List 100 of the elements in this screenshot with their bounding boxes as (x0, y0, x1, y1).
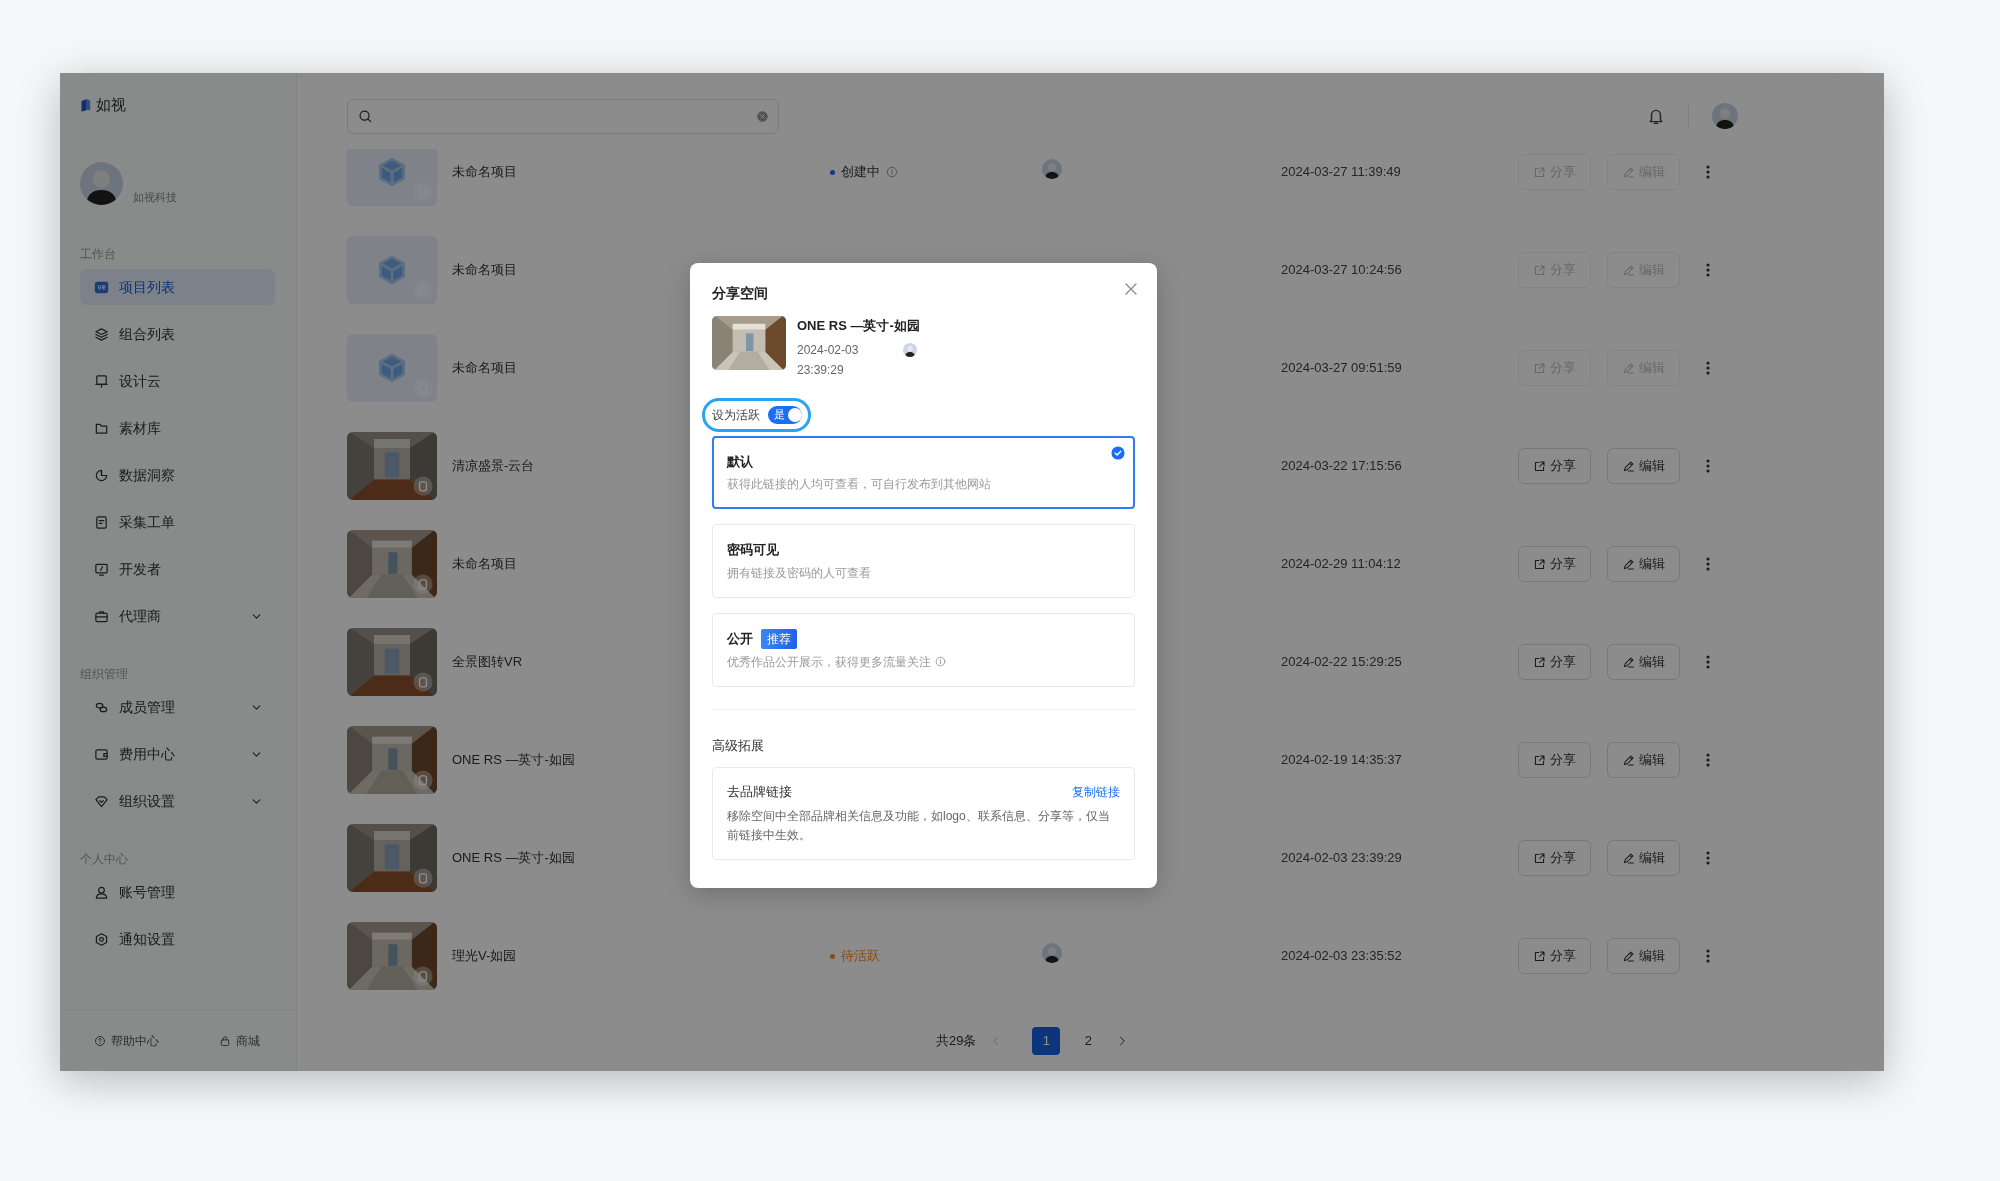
sidebar-item[interactable]: 素材库 (80, 410, 275, 446)
sidebar-item[interactable]: 成员管理 (80, 689, 275, 725)
owner-avatar (903, 342, 917, 357)
more-icon (1706, 752, 1710, 768)
toggle-switch[interactable]: 是 (768, 405, 802, 424)
footer-link[interactable]: 商城 (213, 1030, 266, 1051)
more-icon (1706, 360, 1710, 376)
share-button[interactable]: 分享 (1518, 840, 1591, 876)
project-name: 未命名项目 (452, 360, 517, 376)
more-icon (1706, 948, 1710, 964)
bell-icon[interactable] (1647, 107, 1665, 125)
share-button[interactable]: 分享 (1518, 742, 1591, 778)
easel-icon (94, 373, 109, 389)
profile-avatar[interactable] (1712, 103, 1738, 129)
sidebar-item[interactable]: 数据洞察 (80, 457, 275, 493)
more-icon (1706, 654, 1710, 670)
project-date: 2024-03-27 11:39:49 (1281, 163, 1402, 182)
project-date: 2024-02-03 23:35:52 (1281, 947, 1403, 966)
badge-icon (94, 279, 109, 295)
edit-button[interactable]: 编辑 (1607, 938, 1680, 974)
project-date: 2024-02-19 14:35:37 (1281, 751, 1403, 770)
share-option[interactable]: 公开 推荐 优秀作品公开展示，获得更多流量关注 (712, 612, 1135, 687)
share-button[interactable]: 分享 (1518, 938, 1591, 974)
sidebar-item[interactable]: 账号管理 (80, 874, 275, 910)
option-description: 拥有链接及密码的人可查看 (727, 564, 871, 582)
project-date: 2024-02-22 15:29:25 (1281, 653, 1403, 672)
pencil-icon (1622, 949, 1635, 963)
share-button[interactable]: 分享 (1518, 644, 1591, 680)
share-icon (1533, 753, 1546, 767)
share-button[interactable]: 分享 (1518, 546, 1591, 582)
dialog-title: 分享空间 (712, 285, 768, 301)
search-field[interactable] (347, 98, 779, 134)
project-name: 理光V-如园 (452, 948, 517, 964)
option-title: 密码可见 (727, 541, 779, 559)
more-icon (1706, 262, 1710, 278)
edit-button[interactable]: 编辑 (1607, 546, 1680, 582)
project-date: 2024-02-03 23:39:29 (1281, 849, 1403, 868)
info-icon (886, 166, 898, 178)
copy-link[interactable]: 复制链接 (1072, 782, 1120, 801)
option-description: 优秀作品公开展示，获得更多流量关注 (727, 653, 931, 671)
user-icon (94, 884, 109, 900)
pencil-icon (1622, 655, 1635, 669)
sidebar-item[interactable]: 费用中心 (80, 736, 275, 772)
more-icon (1706, 850, 1710, 866)
share-icon (1533, 459, 1546, 473)
edit-button[interactable]: 编辑 (1607, 644, 1680, 680)
share-icon (1533, 655, 1546, 669)
project-name: ONE RS —英寸-如园 (452, 752, 575, 768)
footer-link[interactable]: 帮助中心 (88, 1030, 165, 1051)
sidebar-item[interactable]: 开发者 (80, 551, 275, 587)
project-date: 2024-02-29 11:04:12 (1281, 555, 1402, 574)
edit-button[interactable]: 编辑 (1607, 840, 1680, 876)
option-title: 默认 (727, 452, 753, 471)
share-icon (1533, 851, 1546, 865)
shield-icon (94, 793, 109, 809)
monitor-icon (94, 561, 109, 577)
pencil-icon (1622, 459, 1635, 473)
page-button[interactable]: 1 (1032, 1027, 1061, 1055)
more-icon (1706, 556, 1710, 572)
user-name: 如视科技 (133, 189, 177, 205)
project-name: 未命名项目 (452, 164, 517, 180)
sidebar-item[interactable]: 项目列表 (80, 269, 275, 305)
pencil-icon (1622, 753, 1635, 767)
option-title: 公开 (727, 629, 753, 648)
share-icon (1533, 165, 1546, 179)
status-label: 待活跃 (841, 947, 880, 966)
more-icon (1706, 164, 1710, 180)
project-name: 全景图转VR (452, 654, 523, 670)
close-icon (1123, 281, 1139, 297)
share-option[interactable]: 默认 获得此链接的人均可查看，可自行发布到其他网站 (712, 435, 1135, 509)
pencil-icon (1622, 263, 1635, 277)
share-button[interactable]: 分享 (1518, 448, 1591, 484)
project-date: 2024-03-22 17:15:56 (1281, 457, 1403, 476)
share-option[interactable]: 密码可见 拥有链接及密码的人可查看 (712, 524, 1135, 598)
layers-icon (94, 326, 109, 342)
recommended-tag: 推荐 (761, 628, 797, 649)
sidebar-item[interactable]: 代理商 (80, 598, 275, 634)
logo-icon (80, 96, 92, 114)
search-icon (358, 108, 373, 124)
sidebar-item[interactable]: 通知设置 (80, 921, 275, 957)
edit-button[interactable]: 编辑 (1607, 742, 1680, 778)
advanced-description: 移除空间中全部品牌相关信息及功能，如logo、联系信息、分享等，仅当前链接中生效。 (727, 807, 1111, 844)
project-date: 2024-03-27 10:24:56 (1281, 261, 1403, 280)
project-title: ONE RS —英寸-如园 (797, 317, 920, 335)
user-avatar (80, 162, 123, 205)
project-name: 清凉盛景-云台 (452, 458, 535, 474)
sidebar-item[interactable]: 采集工单 (80, 504, 275, 540)
sidebar-item[interactable]: 组合列表 (80, 316, 275, 352)
help-icon (94, 1034, 106, 1047)
sidebar-item[interactable]: 组织设置 (80, 783, 275, 819)
edit-button[interactable]: 编辑 (1607, 448, 1680, 484)
page-button[interactable]: 2 (1074, 1027, 1103, 1055)
pencil-icon (1622, 851, 1635, 865)
briefcase-icon (94, 608, 109, 624)
sidebar-item[interactable]: 设计云 (80, 363, 275, 399)
advanced-title: 去品牌链接 (727, 783, 792, 801)
logo-text: 如视 (96, 94, 126, 115)
toggle-label: 设为活跃 (712, 406, 760, 424)
settings-icon (94, 931, 109, 947)
bag-icon (219, 1034, 231, 1047)
